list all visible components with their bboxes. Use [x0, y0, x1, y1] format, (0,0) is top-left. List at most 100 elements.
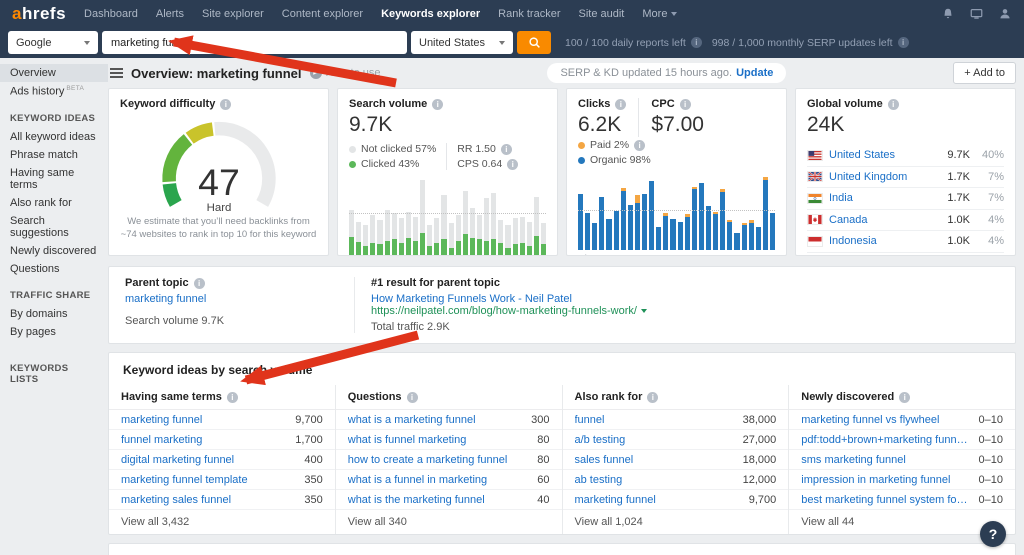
- keyword-link[interactable]: what is a funnel in marketing: [348, 474, 487, 486]
- sidebar-item-newly-discovered[interactable]: Newly discovered: [0, 242, 108, 260]
- sidebar-item-questions[interactable]: Questions: [0, 260, 108, 278]
- view-all-link[interactable]: View all 3,432: [109, 510, 335, 534]
- keyword-link[interactable]: marketing funnel template: [121, 474, 248, 486]
- keyword-link[interactable]: what is funnel marketing: [348, 434, 467, 446]
- view-all-link[interactable]: View all 340: [336, 510, 562, 534]
- keyword-link[interactable]: what is the marketing funnel: [348, 494, 485, 506]
- info-icon[interactable]: [226, 391, 238, 403]
- keyword-link[interactable]: impression in marketing funnel: [801, 474, 950, 486]
- info-icon[interactable]: [899, 391, 911, 403]
- clicks-value: 6.2K: [578, 113, 622, 136]
- info-icon[interactable]: [500, 143, 512, 155]
- keyword-link[interactable]: sms marketing funnel: [801, 454, 906, 466]
- chart-bar: [720, 189, 726, 250]
- keyword-link[interactable]: marketing funnel vs flywheel: [801, 414, 939, 426]
- info-icon[interactable]: [897, 37, 909, 48]
- keyword-link[interactable]: marketing funnel: [121, 414, 202, 426]
- keyword-link[interactable]: digital marketing funnel: [121, 454, 234, 466]
- monitor-icon[interactable]: [969, 7, 984, 21]
- keyword-link[interactable]: ab testing: [575, 474, 623, 486]
- ahrefs-logo[interactable]: ahrefs: [12, 4, 66, 24]
- sidebar-item-by-pages[interactable]: By pages: [0, 323, 108, 341]
- info-icon[interactable]: [406, 391, 418, 403]
- sidebar-item-having-same-terms[interactable]: Having same terms: [0, 164, 108, 194]
- keyword-link[interactable]: what is a marketing funnel: [348, 414, 476, 426]
- sidebar-item-all-keyword-ideas[interactable]: All keyword ideas: [0, 128, 108, 146]
- info-icon[interactable]: [193, 277, 205, 289]
- chevron-down-icon[interactable]: [640, 309, 647, 313]
- chart-bar: [762, 176, 768, 250]
- country-link[interactable]: India: [829, 192, 941, 204]
- nav-rank-tracker[interactable]: Rank tracker: [498, 8, 560, 20]
- keyword-link[interactable]: pdf:todd+brown+marketing funnel automati…: [801, 434, 970, 446]
- bell-icon[interactable]: [941, 7, 955, 21]
- country-link[interactable]: United Kingdom: [829, 171, 941, 183]
- info-icon[interactable]: [634, 139, 646, 151]
- gray-dot-icon: [349, 145, 356, 153]
- nav-site-explorer[interactable]: Site explorer: [202, 8, 264, 20]
- legend-paid: Paid 2%: [578, 139, 775, 151]
- chart-bar: [656, 226, 662, 250]
- keyword-row: digital marketing funnel 400: [109, 450, 335, 470]
- chart-bar: [540, 223, 547, 255]
- orange-dot-icon: [578, 141, 585, 149]
- flag-us-icon: [807, 149, 823, 161]
- top-navigation: ahrefs Dashboard Alerts Site explorer Co…: [0, 0, 1024, 58]
- add-to-button[interactable]: + Add to: [953, 62, 1016, 84]
- country-row: Canada 1.0K 4%: [807, 210, 1004, 231]
- sidebar-item-overview[interactable]: Overview: [0, 64, 108, 82]
- parent-topic-link[interactable]: marketing funnel: [125, 293, 338, 305]
- country-link[interactable]: United States: [829, 149, 941, 161]
- chart-bar: [599, 196, 605, 250]
- user-icon[interactable]: [998, 7, 1012, 21]
- nav-site-audit[interactable]: Site audit: [579, 8, 625, 20]
- keyword-link[interactable]: marketing sales funnel: [121, 494, 231, 506]
- info-icon[interactable]: [220, 98, 232, 110]
- update-link[interactable]: Update: [736, 67, 773, 79]
- nav-keywords-explorer[interactable]: Keywords explorer: [381, 8, 480, 20]
- keyword-search-input[interactable]: [102, 31, 407, 54]
- help-button[interactable]: [980, 521, 1006, 547]
- search-button[interactable]: [517, 31, 551, 54]
- info-icon[interactable]: [647, 391, 659, 403]
- average-refline: [578, 210, 775, 211]
- keyword-link[interactable]: best marketing funnel system for cold em…: [801, 494, 970, 506]
- nav-dashboard[interactable]: Dashboard: [84, 8, 138, 20]
- parent-result-title-link[interactable]: How Marketing Funnels Work - Neil Patel: [371, 293, 999, 305]
- country-select[interactable]: United States: [411, 31, 513, 54]
- keyword-link[interactable]: how to create a marketing funnel: [348, 454, 508, 466]
- nav-more[interactable]: More: [642, 8, 678, 20]
- keyword-link[interactable]: marketing funnel: [575, 494, 656, 506]
- how-to-use-link[interactable]: How to use: [309, 67, 381, 79]
- nav-content-explorer[interactable]: Content explorer: [282, 8, 363, 20]
- search-engine-select[interactable]: Google: [8, 31, 98, 54]
- sidebar-item-phrase-match[interactable]: Phrase match: [0, 146, 108, 164]
- chart-bar: [613, 211, 619, 250]
- info-icon[interactable]: [887, 98, 899, 110]
- sidebar-item-by-domains[interactable]: By domains: [0, 305, 108, 323]
- keyword-row: what is a funnel in marketing 60: [335, 470, 562, 490]
- keyword-row: pdf:todd+brown+marketing funnel automati…: [789, 430, 1015, 450]
- country-link[interactable]: Indonesia: [829, 235, 941, 247]
- chart-bar: [363, 225, 369, 255]
- sidebar-item-ads-history[interactable]: Ads history BETA: [0, 82, 108, 101]
- info-icon[interactable]: [507, 158, 519, 170]
- sidebar-item-also-rank-for[interactable]: Also rank for: [0, 194, 108, 212]
- nav-alerts[interactable]: Alerts: [156, 8, 184, 20]
- return-rate: RR 1.50: [457, 143, 518, 155]
- country-link[interactable]: Canada: [829, 214, 941, 226]
- keyword-link[interactable]: a/b testing: [575, 434, 626, 446]
- keyword-link[interactable]: funnel: [575, 414, 605, 426]
- sidebar-item-search-suggestions[interactable]: Search suggestions: [0, 212, 108, 242]
- keyword-link[interactable]: funnel marketing: [121, 434, 202, 446]
- menu-icon[interactable]: [110, 68, 123, 78]
- keyword-ideas-title: Keyword ideas by search volume: [123, 363, 313, 377]
- view-all-link[interactable]: View all 1,024: [563, 510, 789, 534]
- info-icon[interactable]: [615, 98, 627, 110]
- info-icon[interactable]: [679, 98, 691, 110]
- keyword-link[interactable]: sales funnel: [575, 454, 634, 466]
- info-icon[interactable]: [432, 98, 444, 110]
- global-volume-card: Global volume 24K United States 9.7K 40%…: [795, 88, 1016, 256]
- info-icon[interactable]: [690, 37, 702, 48]
- chart-bar: [705, 206, 712, 250]
